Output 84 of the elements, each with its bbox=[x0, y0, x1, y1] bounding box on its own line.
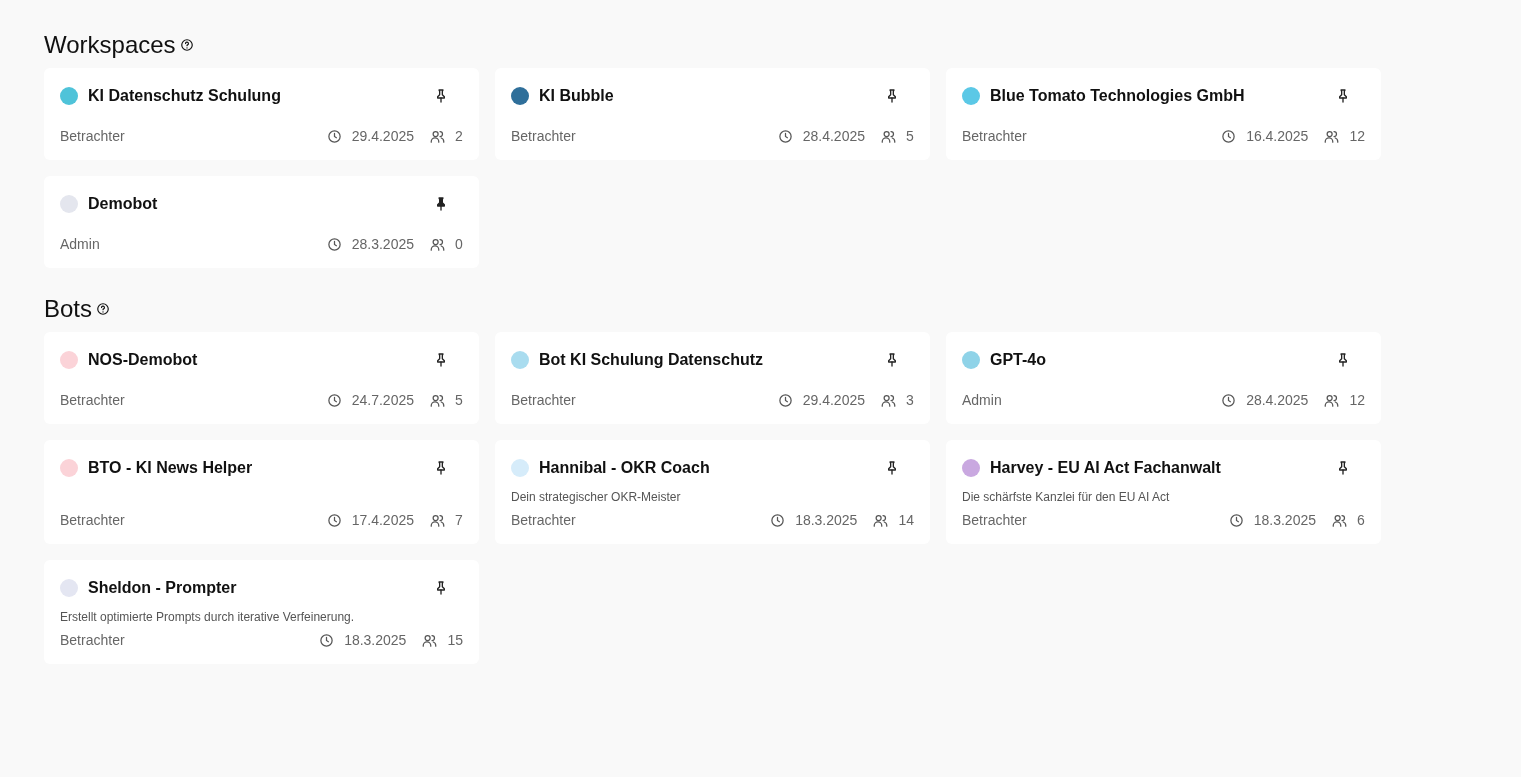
date-text: 29.4.2025 bbox=[351, 128, 414, 144]
clock-icon bbox=[1221, 128, 1237, 144]
role-label: Betrachter bbox=[511, 128, 577, 144]
card-title: Blue Tomato Technologies GmbH bbox=[990, 87, 1246, 105]
users-icon bbox=[430, 128, 445, 144]
card[interactable]: Sheldon - Prompter Erstellt optimierte Prompts durch iterative Verfeinerung. Betrachter 18.3.2025 15 bbox=[44, 560, 479, 664]
card[interactable]: Demobot Admin 28.3.2025 0 bbox=[44, 176, 479, 268]
clock-icon bbox=[326, 512, 342, 528]
users-icon bbox=[1324, 128, 1340, 144]
date-text: 28.3.2025 bbox=[351, 236, 414, 252]
card-description: Dein strategischer OKR-Meister bbox=[511, 490, 682, 504]
users-icon bbox=[881, 128, 896, 144]
clock-icon bbox=[326, 236, 342, 252]
card[interactable]: Blue Tomato Technologies GmbH Betrachter 16.4.2025 12 bbox=[946, 68, 1381, 160]
date-text: 16.4.2025 bbox=[1246, 128, 1309, 144]
member-count: 7 bbox=[455, 512, 463, 528]
date-text: 17.4.2025 bbox=[351, 512, 414, 528]
member-count: 6 bbox=[1357, 512, 1365, 528]
date-text: 28.4.2025 bbox=[1246, 392, 1309, 408]
card-title: BTO - KI News Helper bbox=[88, 459, 254, 477]
users-icon bbox=[430, 392, 445, 408]
card-title: Sheldon - Prompter bbox=[88, 579, 238, 597]
member-count: 12 bbox=[1349, 128, 1365, 144]
card-title: GPT-4o bbox=[990, 351, 1047, 369]
member-count: 12 bbox=[1349, 392, 1365, 408]
users-icon bbox=[873, 512, 889, 528]
clock-icon bbox=[1228, 512, 1244, 528]
card[interactable]: Hannibal - OKR Coach Dein strategischer OKR-Meister Betrachter 18.3.2025 14 bbox=[495, 440, 930, 544]
card-title: Demobot bbox=[88, 195, 159, 213]
users-icon bbox=[1324, 392, 1340, 408]
role-label: Admin bbox=[962, 392, 1003, 408]
card[interactable]: KI Bubble Betrachter 28.4.2025 5 bbox=[495, 68, 930, 160]
card[interactable]: Harvey - EU AI Act Fachanwalt Die schärfste Kanzlei für den EU AI Act Betrachter 18.3.2025 6 bbox=[946, 440, 1381, 544]
role-label: Betrachter bbox=[511, 512, 577, 528]
card-title: NOS-Demobot bbox=[88, 351, 199, 369]
role-label: Betrachter bbox=[962, 512, 1028, 528]
card[interactable]: NOS-Demobot Betrachter 24.7.2025 5 bbox=[44, 332, 479, 424]
clock-icon bbox=[777, 128, 793, 144]
date-text: 18.3.2025 bbox=[344, 632, 407, 648]
card-description: Erstellt optimierte Prompts durch iterative Verfeinerung. bbox=[60, 610, 356, 624]
member-count: 2 bbox=[455, 128, 463, 144]
section-title: Bots bbox=[44, 295, 93, 323]
member-count: 15 bbox=[447, 632, 463, 648]
role-label: Betrachter bbox=[511, 392, 577, 408]
date-text: 18.3.2025 bbox=[795, 512, 858, 528]
card[interactable]: Bot KI Schulung Datenschutz Betrachter 29.4.2025 3 bbox=[495, 332, 930, 424]
member-count: 3 bbox=[906, 392, 914, 408]
member-count: 5 bbox=[455, 392, 463, 408]
clock-icon bbox=[777, 392, 793, 408]
users-icon bbox=[881, 392, 896, 408]
card-title: Hannibal - OKR Coach bbox=[539, 459, 711, 477]
date-text: 28.4.2025 bbox=[802, 128, 865, 144]
clock-icon bbox=[319, 632, 335, 648]
users-icon bbox=[1332, 512, 1347, 528]
users-icon bbox=[422, 632, 438, 648]
member-count: 14 bbox=[898, 512, 914, 528]
date-text: 18.3.2025 bbox=[1253, 512, 1316, 528]
card-title: Bot KI Schulung Datenschutz bbox=[539, 351, 764, 369]
role-label: Betrachter bbox=[60, 392, 126, 408]
role-label: Admin bbox=[60, 236, 101, 252]
clock-icon bbox=[770, 512, 786, 528]
role-label: Betrachter bbox=[60, 128, 126, 144]
card[interactable]: GPT-4o Admin 28.4.2025 12 bbox=[946, 332, 1381, 424]
clock-icon bbox=[1221, 392, 1237, 408]
card[interactable]: BTO - KI News Helper Betrachter 17.4.2025 7 bbox=[44, 440, 479, 544]
card[interactable]: KI Datenschutz Schulung Betrachter 29.4.2025 2 bbox=[44, 68, 479, 160]
users-icon bbox=[430, 236, 445, 252]
help-icon[interactable] bbox=[96, 302, 111, 316]
role-label: Betrachter bbox=[962, 128, 1028, 144]
member-count: 5 bbox=[906, 128, 914, 144]
date-text: 29.4.2025 bbox=[802, 392, 865, 408]
date-text: 24.7.2025 bbox=[351, 392, 414, 408]
member-count: 0 bbox=[455, 236, 463, 252]
users-icon bbox=[430, 512, 445, 528]
card-title: Harvey - EU AI Act Fachanwalt bbox=[990, 459, 1222, 477]
card-title: KI Datenschutz Schulung bbox=[88, 87, 282, 105]
card-title: KI Bubble bbox=[539, 87, 615, 105]
help-icon[interactable] bbox=[179, 38, 194, 52]
clock-icon bbox=[326, 392, 342, 408]
clock-icon bbox=[326, 128, 342, 144]
role-label: Betrachter bbox=[60, 632, 126, 648]
card-description: Die schärfste Kanzlei für den EU AI Act bbox=[962, 490, 1171, 504]
role-label: Betrachter bbox=[60, 512, 126, 528]
section-title: Workspaces bbox=[44, 31, 176, 59]
